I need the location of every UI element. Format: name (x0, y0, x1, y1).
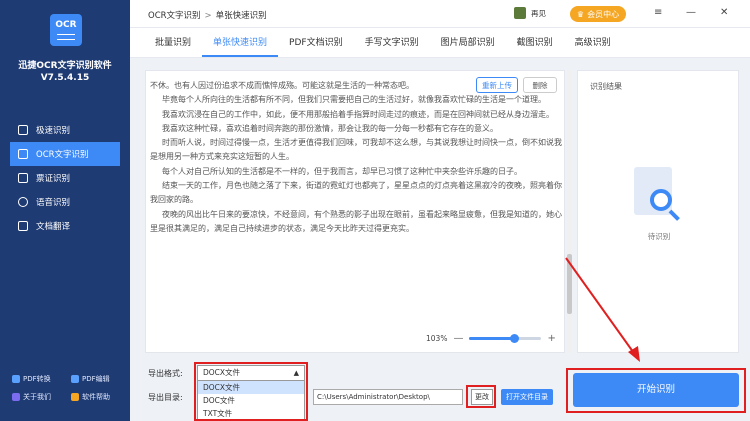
close-icon[interactable]: ✕ (720, 7, 728, 18)
breadcrumb-current: 单张快速识别 (215, 11, 267, 21)
translate-icon (18, 221, 28, 231)
about-icon (12, 393, 20, 401)
sidebar-item-ticket[interactable]: 票证识别 (0, 166, 130, 190)
link-pdf-edit[interactable]: PDF编辑 (71, 374, 130, 384)
magnifier-handle (668, 209, 680, 221)
app-version: V7.5.4.15 (40, 73, 90, 83)
user-name: 再见 (531, 8, 546, 18)
ocr-icon (18, 149, 28, 159)
sidebar-item-voice[interactable]: 语音识别 (0, 190, 130, 214)
link-label: PDF编辑 (82, 375, 110, 383)
scrollbar-thumb[interactable] (567, 254, 572, 314)
tab-batch[interactable]: 批量识别 (144, 28, 202, 57)
breadcrumb: OCR文字识别 > 单张快速识别 (148, 9, 267, 21)
delete-button[interactable]: 删除 (523, 77, 557, 93)
pdf-convert-icon (12, 375, 20, 383)
zoom-control: 103% — + (426, 333, 562, 344)
sidebar-item-label: 文档翻译 (36, 222, 71, 232)
menu-icon[interactable]: ≡ (654, 7, 662, 18)
avatar (514, 7, 526, 19)
pending-status: 待识别 (647, 232, 671, 241)
export-dir-label: 导出目录: (148, 393, 183, 402)
crown-icon: ♛ (576, 9, 585, 19)
preview-scrollbar[interactable] (567, 70, 572, 353)
logo-bars-icon (57, 34, 75, 40)
image-preview-panel: 不休。也有人因过份追求不成而憔悴成殇。可能这就是生活的一种常态吧。 毕竟每个人所… (145, 70, 565, 353)
result-panel: 识别结果 待识别 (577, 70, 739, 353)
result-title: 识别结果 (590, 82, 622, 91)
zoom-slider[interactable] (469, 334, 542, 343)
app-name-block: 迅捷OCR文字识别软件 V7.5.4.15 (0, 60, 130, 84)
paragraph: 毕竟每个人所向往的生活都有所不同，但我们只需要把自己的生活过好，就像我喜欢忙碌的… (162, 95, 546, 105)
user-info[interactable]: 再见 (514, 7, 546, 19)
vip-label: 会员中心 (587, 9, 620, 19)
zoom-slider-thumb[interactable] (509, 334, 519, 343)
sidebar-item-translate[interactable]: 文档翻译 (0, 214, 130, 238)
ticket-icon (18, 173, 28, 183)
lightning-icon (18, 125, 28, 135)
breadcrumb-separator: > (204, 11, 212, 21)
sidebar-item-label: 极速识别 (36, 126, 71, 136)
vip-center-button[interactable]: ♛ 会员中心 (570, 6, 626, 22)
sidebar-item-ocr[interactable]: OCR文字识别 (10, 142, 120, 166)
pdf-edit-icon (71, 375, 79, 383)
paragraph: 每个人对自己所认知的生活都是不一样的，但于我而言，却早已习惯了这种忙中夹杂些许乐… (162, 166, 522, 176)
sidebar-nav: 极速识别 OCR文字识别 票证识别 语音识别 文档翻译 (0, 118, 130, 238)
paragraph: 夜晚的风出比午日来的要凉快，不经意间，有个熟悉的影子出现在眼前，虽看起来略显疲惫… (150, 209, 562, 233)
link-label: PDF转换 (23, 375, 51, 383)
tab-partial[interactable]: 图片局部识别 (430, 28, 506, 57)
sidebar: OCR 迅捷OCR文字识别软件 V7.5.4.15 极速识别 OCR文字识别 票… (0, 0, 130, 421)
export-format-label: 导出格式: (148, 369, 183, 378)
export-dir-input[interactable]: C:\Users\Administrator\Desktop\ (313, 389, 463, 405)
sidebar-item-label: 票证识别 (36, 174, 71, 184)
annotation-box-start (566, 368, 746, 413)
microphone-icon (18, 197, 28, 207)
app-name: 迅捷OCR文字识别软件 (18, 61, 112, 71)
zoom-out-icon[interactable]: — (453, 333, 463, 344)
sidebar-item-fast[interactable]: 极速识别 (0, 118, 130, 142)
annotation-box-change (466, 385, 496, 408)
link-about[interactable]: 关于我们 (12, 392, 71, 402)
app-logo: OCR (50, 14, 82, 46)
paragraph: 时而听人说，时间过得慢一点，生活才更值得我们回味，可我却不这么想，与其说我想让时… (150, 138, 562, 162)
breadcrumb-root[interactable]: OCR文字识别 (148, 11, 201, 21)
annotation-box-format (194, 362, 308, 421)
tab-advanced[interactable]: 高级识别 (564, 28, 622, 57)
paragraph: 我喜欢沉浸在自己的工作中，如此，便不用那般掐着手指算时间走过的痕迹，而是在回神间… (162, 109, 554, 119)
link-label: 软件帮助 (82, 393, 110, 401)
mode-tabs: 批量识别 单张快速识别 PDF文档识别 手写文字识别 图片局部识别 截图识别 高… (130, 28, 750, 58)
sidebar-item-label: 语音识别 (36, 198, 71, 208)
paragraph: 我喜欢这种忙碌，喜欢追着时间奔跑的那份激情，那会让我的每一分每一秒都有它存在的意… (162, 123, 498, 133)
tab-single-fast[interactable]: 单张快速识别 (202, 28, 279, 57)
link-pdf-convert[interactable]: PDF转换 (12, 374, 71, 384)
magnifier-document-icon (628, 163, 684, 227)
zoom-slider-fill (469, 337, 515, 340)
tab-handwriting[interactable]: 手写文字识别 (354, 28, 430, 57)
zoom-percent: 103% (426, 334, 448, 343)
magnifier-lens (650, 189, 672, 211)
bottom-links: PDF转换 PDF编辑 关于我们 软件帮助 (0, 374, 130, 402)
paragraph: 结束一天的工作，月色也随之落了下来，街道的霓虹灯也都亮了，星星点点的灯点亮着这黑… (150, 181, 562, 205)
logo-text: OCR (55, 20, 77, 30)
help-icon (71, 393, 79, 401)
reupload-button[interactable]: 重新上传 (476, 77, 518, 93)
link-label: 关于我们 (23, 393, 51, 401)
top-bar: OCR文字识别 > 单张快速识别 再见 ♛ 会员中心 ≡ — ✕ (130, 0, 750, 28)
sidebar-item-label: OCR文字识别 (36, 150, 89, 160)
zoom-in-icon[interactable]: + (547, 333, 555, 344)
link-help[interactable]: 软件帮助 (71, 392, 130, 402)
preview-text: 不休。也有人因过份追求不成而憔悴成殇。可能这就是生活的一种常态吧。 毕竟每个人所… (150, 79, 562, 321)
tab-pdf[interactable]: PDF文档识别 (278, 28, 354, 57)
open-dir-button[interactable]: 打开文件目录 (501, 389, 553, 405)
minimize-icon[interactable]: — (686, 7, 696, 18)
tab-screenshot[interactable]: 截图识别 (506, 28, 564, 57)
